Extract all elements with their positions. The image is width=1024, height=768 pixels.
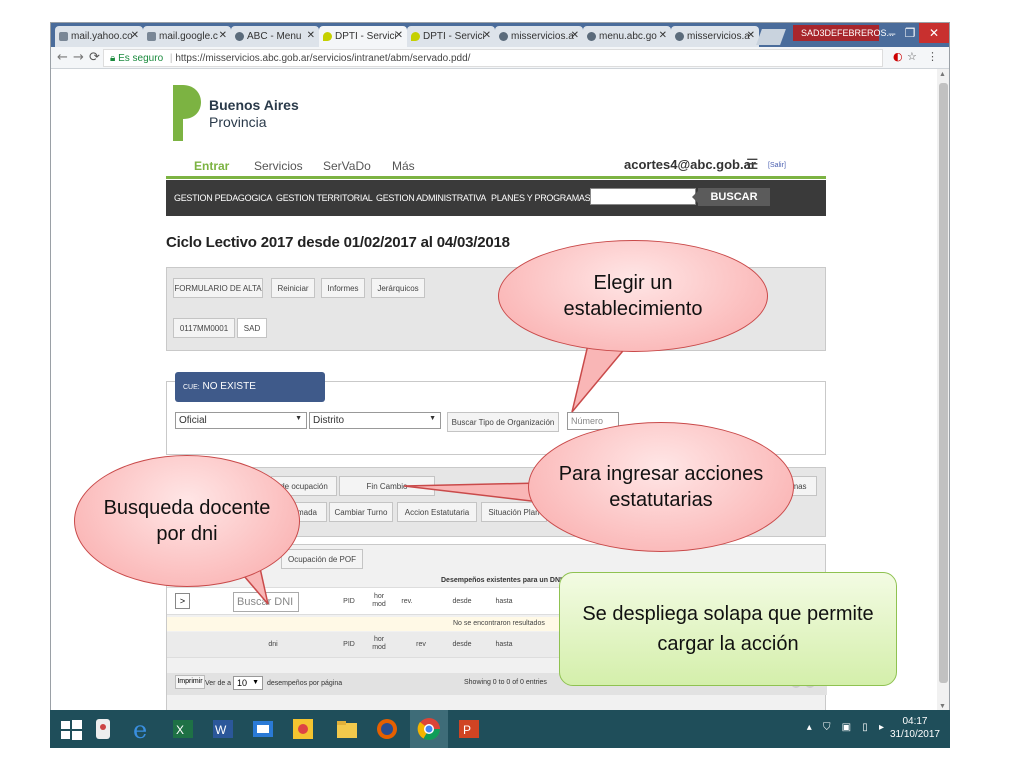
tail-ingresar <box>403 482 550 504</box>
callout-solapa: Se despliega solapa que permite cargar l… <box>559 572 897 686</box>
bubble-busqueda-dni: Busqueda docente por dni <box>74 455 300 587</box>
bubble-acciones-estatutarias: Para ingresar acciones estatutarias <box>528 422 794 552</box>
bubble-elegir-establecimiento: Elegir un establecimiento <box>498 240 768 352</box>
